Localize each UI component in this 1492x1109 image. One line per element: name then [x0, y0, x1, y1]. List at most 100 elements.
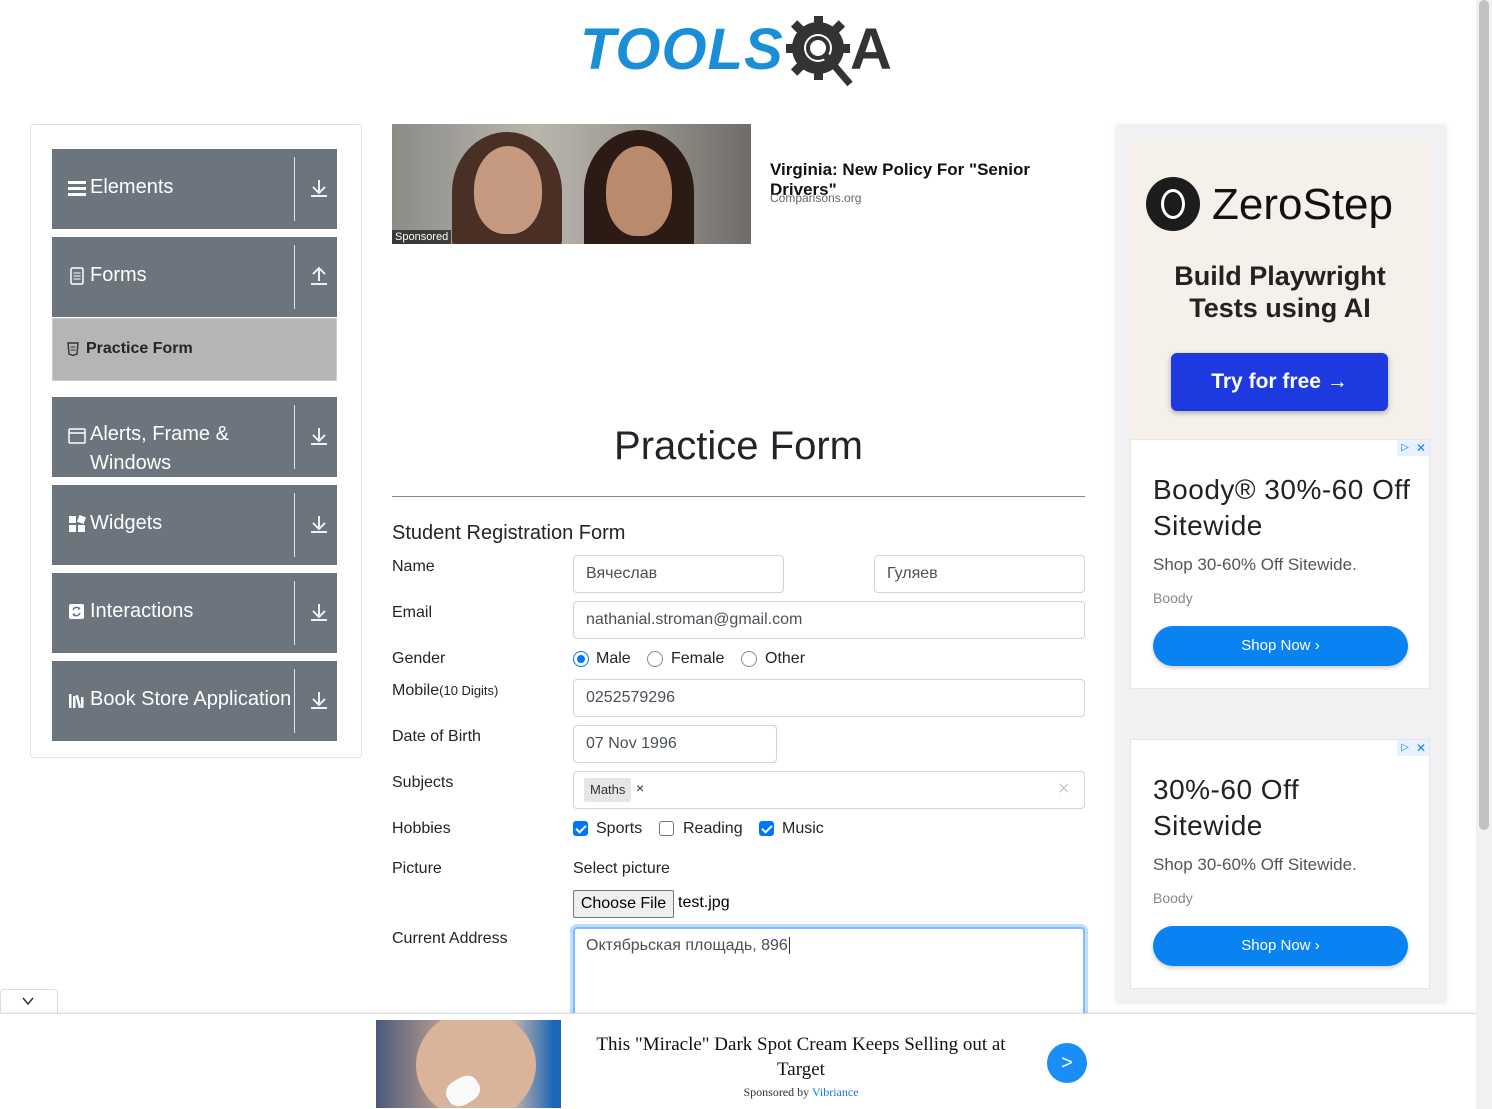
refresh-icon — [69, 604, 84, 619]
hobbies-label: Hobbies — [392, 820, 451, 837]
ad-headline[interactable]: This "Miracle" Dark Spot Cream Keeps Sel… — [578, 1032, 1024, 1082]
zerostep-ad[interactable]: ZeroStep Build Playwright Tests using AI … — [1130, 140, 1430, 440]
upload-arrow-icon[interactable] — [308, 265, 330, 287]
sidebar-group-widgets[interactable]: Widgets — [52, 485, 337, 565]
sponsored-by-label: Sponsored by — [743, 1085, 810, 1099]
sidebar-group-label: Widgets — [90, 512, 163, 534]
gender-label: Gender — [392, 650, 446, 667]
hamburger-icon — [68, 181, 86, 196]
hobby-music-checkbox[interactable] — [759, 821, 774, 836]
current-address-textarea[interactable]: Октябрьская площадь, 896 — [573, 927, 1085, 1027]
download-arrow-icon[interactable] — [308, 177, 330, 199]
sidebar-group-label: Interactions — [90, 600, 194, 622]
dob-label: Date of Birth — [392, 728, 481, 745]
zerostep-tagline-line2: Tests using AI — [1189, 293, 1371, 323]
logo-text: TOOLS — [580, 17, 784, 82]
subjects-label: Subjects — [392, 774, 454, 791]
subject-tag-remove-icon[interactable]: × — [636, 780, 644, 796]
divider — [294, 669, 295, 733]
ad-brand: Boody — [1153, 890, 1193, 906]
collapse-ad-button[interactable] — [0, 989, 58, 1013]
hobby-reading-label[interactable]: Reading — [683, 820, 743, 838]
shop-now-label: Shop Now — [1241, 637, 1311, 654]
mobile-input[interactable]: 0252579296 — [573, 679, 1085, 717]
adchoices-icon[interactable]: ▷ ✕ — [1397, 740, 1429, 756]
chevron-right-icon: › — [1314, 937, 1320, 954]
ad-image[interactable]: Sponsored — [392, 124, 751, 244]
divider — [294, 157, 295, 221]
sidebar-group-book-store[interactable]: Book Store Application — [52, 661, 337, 741]
ad-sponsor-line: Sponsored by Vibriance — [578, 1085, 1024, 1100]
divider — [294, 245, 295, 309]
hobby-reading-checkbox[interactable] — [659, 821, 674, 836]
ad-arrow-button[interactable]: > — [1047, 1043, 1087, 1083]
download-arrow-icon[interactable] — [308, 601, 330, 623]
toolsqa-logo[interactable]: TOOLS A — [578, 12, 904, 92]
download-arrow-icon[interactable] — [308, 425, 330, 447]
gender-male-label[interactable]: Male — [596, 650, 631, 668]
shop-now-button[interactable]: Shop Now › — [1153, 626, 1408, 666]
sidebar-group-label: Forms — [90, 264, 147, 286]
zerostep-logo-icon — [1146, 177, 1200, 231]
zerostep-brand: ZeroStep — [1212, 180, 1393, 229]
books-icon — [69, 694, 84, 709]
download-arrow-icon[interactable] — [308, 513, 330, 535]
adchoices-icon[interactable]: ▷ ✕ — [1397, 440, 1429, 456]
divider — [294, 581, 295, 645]
chevron-down-icon — [22, 997, 34, 1006]
gender-female-radio[interactable] — [647, 651, 663, 667]
email-input[interactable]: nathanial.stroman@gmail.com — [573, 601, 1085, 639]
boody-ad-1[interactable]: ▷ ✕ Boody® 30%-60 Off Sitewide Shop 30-60… — [1130, 439, 1430, 689]
gear-magnifier-icon — [786, 16, 853, 87]
mobile-label: Mobile(10 Digits) — [392, 682, 498, 700]
boody-ad-2[interactable]: ▷ ✕ 30%-60 Off Sitewide Shop 30-60% Off S… — [1130, 739, 1430, 989]
shop-now-button[interactable]: Shop Now › — [1153, 926, 1408, 966]
last-name-input[interactable]: Гуляев — [874, 555, 1085, 593]
divider — [392, 496, 1085, 497]
html-file-icon — [67, 342, 79, 356]
first-name-input[interactable]: Вячеслав — [573, 555, 784, 593]
ad-subtext: Shop 30-60% Off Sitewide. — [1153, 555, 1357, 574]
chevron-right-icon: › — [1314, 637, 1320, 654]
ad-sponsor-name[interactable]: Vibriance — [812, 1085, 859, 1099]
select-picture-label: Select picture — [573, 860, 670, 877]
ad-image[interactable] — [376, 1020, 561, 1108]
download-arrow-icon[interactable] — [308, 689, 330, 711]
try-for-free-button[interactable]: Try for free → — [1171, 353, 1388, 411]
sidebar-group-alerts-frame-windows[interactable]: Alerts, Frame & Windows — [52, 397, 337, 477]
picture-label: Picture — [392, 860, 442, 877]
email-label: Email — [392, 604, 433, 621]
file-name: test.jpg — [678, 894, 730, 911]
sidebar-group-interactions[interactable]: Interactions — [52, 573, 337, 653]
gender-other-radio[interactable] — [741, 651, 757, 667]
sponsored-label: Sponsored — [392, 230, 452, 244]
mobile-label-text: Mobile — [392, 682, 440, 699]
ad-source: Comparisons.org — [770, 191, 862, 205]
sidebar-group-forms[interactable]: Forms — [52, 237, 337, 317]
shop-now-label: Shop Now — [1241, 937, 1311, 954]
subjects-clear-icon[interactable]: × — [1058, 778, 1070, 801]
subjects-input[interactable] — [573, 771, 1085, 809]
text-cursor — [788, 937, 790, 954]
gender-male-radio[interactable] — [573, 651, 589, 667]
sponsored-ad-banner[interactable]: Sponsored Virginia: New Policy For "Seni… — [392, 124, 1085, 244]
hobby-music-label[interactable]: Music — [782, 820, 824, 838]
choose-file-button[interactable]: Choose File — [573, 890, 674, 918]
sidebar-item-practice-form[interactable]: Practice Form — [52, 318, 337, 381]
widgets-icon — [69, 515, 86, 532]
ad-headline[interactable]: 30%-60 Off Sitewide — [1153, 772, 1413, 844]
bottom-sticky-ad[interactable]: This "Miracle" Dark Spot Cream Keeps Sel… — [0, 1013, 1476, 1109]
ad-headline[interactable]: Boody® 30%-60 Off Sitewide — [1153, 472, 1413, 544]
form-title: Student Registration Form — [392, 522, 626, 544]
sidebar-group-elements[interactable]: Elements — [52, 149, 337, 229]
page-scrollbar[interactable] — [1476, 0, 1492, 1109]
sidebar-group-label: Alerts, Frame & Windows — [90, 423, 229, 474]
sidebar-group-label: Book Store Application — [90, 688, 292, 710]
hobby-sports-checkbox[interactable] — [573, 821, 588, 836]
gender-other-label[interactable]: Other — [765, 650, 805, 668]
dob-input[interactable]: 07 Nov 1996 — [573, 725, 777, 763]
hobby-sports-label[interactable]: Sports — [596, 820, 642, 838]
scrollbar-thumb[interactable] — [1479, 0, 1489, 830]
gender-female-label[interactable]: Female — [671, 650, 724, 668]
sidebar-item-label: Practice Form — [86, 340, 193, 357]
